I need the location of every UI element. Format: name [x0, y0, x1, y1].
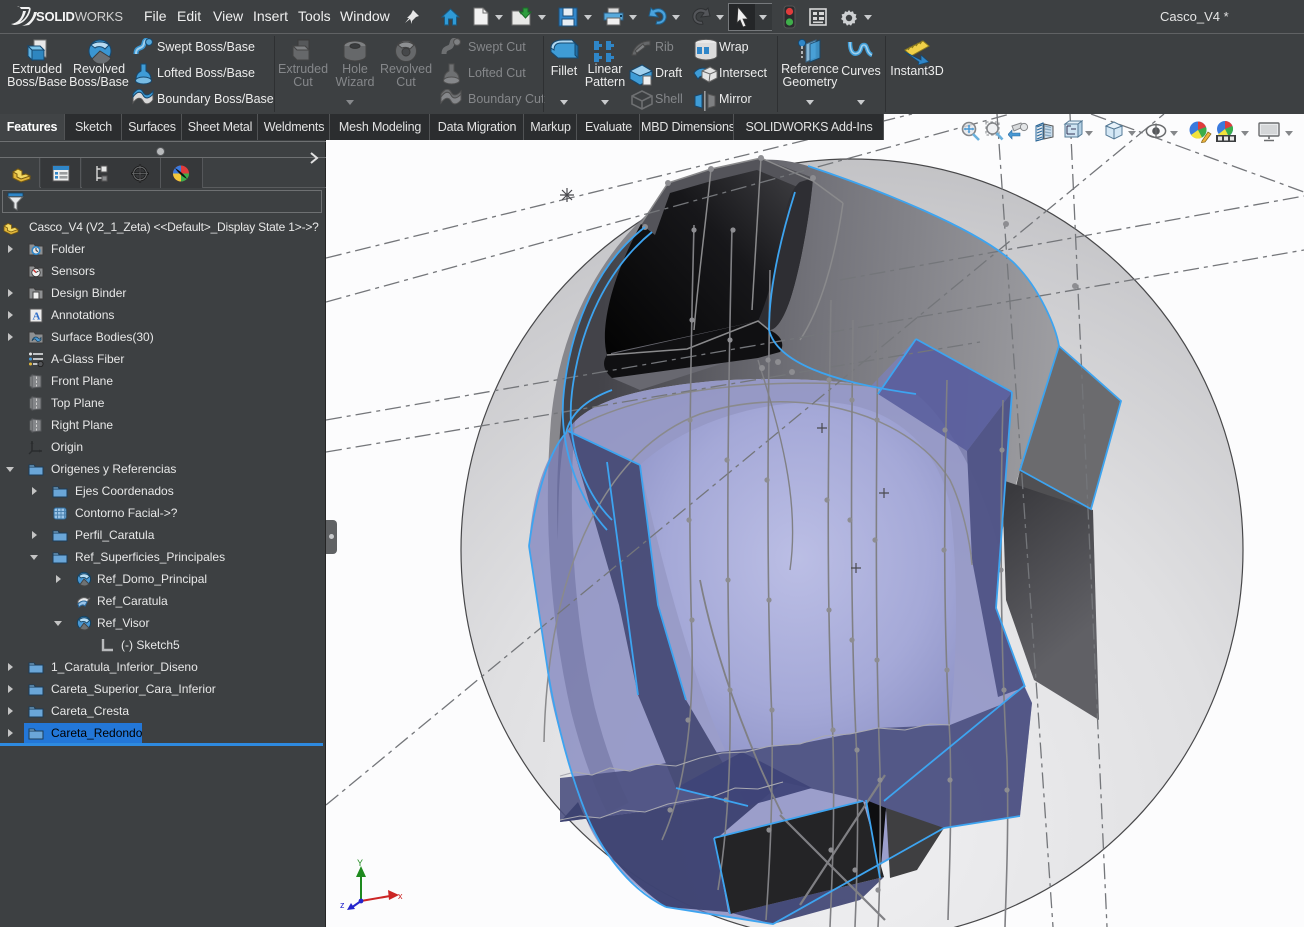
svg-text:x: x [398, 891, 403, 901]
svg-text:Y: Y [357, 858, 363, 868]
svg-text:z: z [340, 900, 345, 910]
svg-text:A: A [33, 311, 41, 323]
svg-text:SOLIDWORKS: SOLIDWORKS [36, 9, 123, 24]
